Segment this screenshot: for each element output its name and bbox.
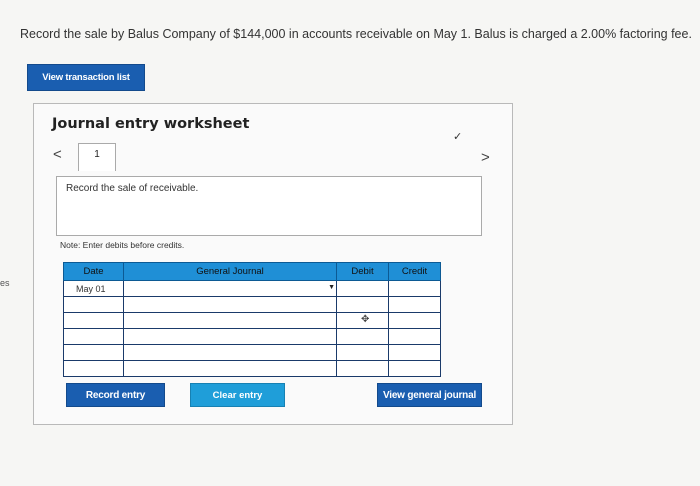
journal-table: Date General Journal Debit Credit May 01… <box>63 262 441 377</box>
date-cell[interactable] <box>63 360 124 377</box>
account-select[interactable] <box>123 360 337 377</box>
column-header-date: Date <box>63 262 124 281</box>
chevron-left-icon[interactable]: < <box>53 146 62 163</box>
credit-input[interactable] <box>388 360 441 377</box>
date-cell[interactable] <box>63 328 124 345</box>
record-entry-button[interactable]: Record entry <box>66 383 165 407</box>
account-select[interactable] <box>123 344 337 361</box>
credit-input[interactable] <box>388 280 441 297</box>
checkmark-icon: ✓ <box>453 131 463 143</box>
table-row <box>63 296 441 313</box>
table-row <box>63 344 441 361</box>
side-tag: es <box>0 278 10 288</box>
debit-input[interactable] <box>336 296 389 313</box>
table-row: ✥ <box>63 312 441 329</box>
date-cell[interactable] <box>63 296 124 313</box>
description-text: Record the sale of receivable. <box>66 183 199 194</box>
account-select[interactable]: ✥ <box>123 312 369 329</box>
date-cell[interactable] <box>63 312 124 329</box>
credit-input[interactable] <box>388 328 441 345</box>
debit-input[interactable] <box>336 344 389 361</box>
dropdown-arrow-icon[interactable]: ▼ <box>328 284 335 291</box>
move-cursor-icon: ✥ <box>361 314 370 325</box>
column-header-general-journal: General Journal <box>123 262 337 281</box>
credit-input[interactable] <box>388 312 441 329</box>
view-general-journal-button[interactable]: View general journal <box>377 383 482 407</box>
chevron-right-icon[interactable]: > <box>481 149 490 166</box>
column-header-credit: Credit <box>388 262 441 281</box>
account-select[interactable] <box>123 296 337 313</box>
note-text: Note: Enter debits before credits. <box>60 240 185 250</box>
table-header-row: Date General Journal Debit Credit <box>63 262 441 281</box>
clear-entry-button[interactable]: Clear entry <box>190 383 285 407</box>
debit-input[interactable] <box>336 360 389 377</box>
tab-1[interactable]: 1 <box>78 143 116 171</box>
credit-input[interactable] <box>388 296 441 313</box>
view-transaction-list-button[interactable]: View transaction list <box>27 64 145 91</box>
debit-input[interactable] <box>336 280 389 297</box>
credit-input[interactable] <box>388 344 441 361</box>
debit-input[interactable] <box>336 328 389 345</box>
column-header-debit: Debit <box>336 262 389 281</box>
table-row <box>63 328 441 345</box>
worksheet-title: Journal entry worksheet <box>52 116 250 132</box>
table-row: May 01 ▼ <box>63 280 441 297</box>
date-cell[interactable]: May 01 <box>63 280 124 297</box>
account-select[interactable] <box>123 328 337 345</box>
question-text: Record the sale by Balus Company of $144… <box>20 27 692 41</box>
date-cell[interactable] <box>63 344 124 361</box>
table-row <box>63 360 441 377</box>
account-select[interactable]: ▼ <box>123 280 337 297</box>
